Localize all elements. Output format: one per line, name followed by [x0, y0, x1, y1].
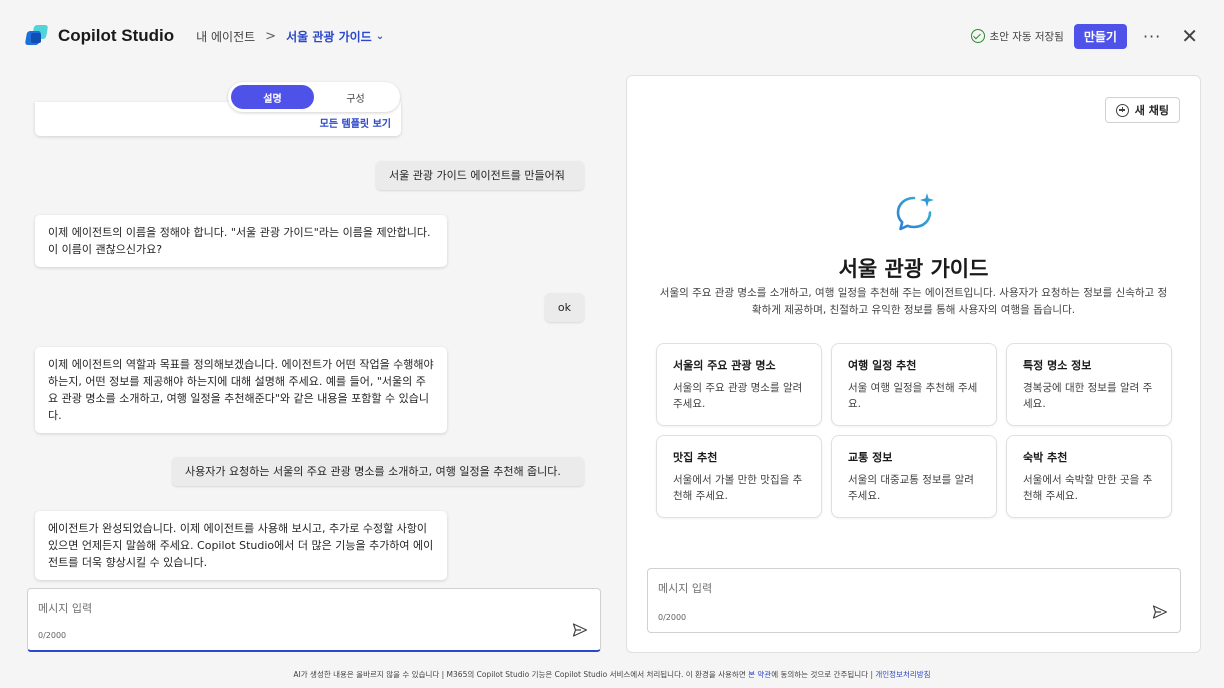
starter-prompt-title: 특정 명소 정보 [1023, 359, 1092, 372]
chat-sparkle-icon [896, 193, 934, 231]
starter-prompt-card[interactable]: 여행 일정 추천 서울 여행 일정을 추천해 주세요. [831, 343, 997, 426]
save-status-text: 초안 자동 저장됨 [989, 30, 1064, 43]
send-icon[interactable] [1152, 604, 1168, 620]
breadcrumb-current-agent[interactable]: 서울 관광 가이드 ⌄ [286, 28, 384, 45]
starter-prompt-title: 교통 정보 [848, 451, 893, 464]
app-title: Copilot Studio [58, 26, 175, 45]
more-options-icon[interactable]: ··· [1143, 27, 1161, 46]
save-status: 초안 자동 저장됨 [970, 29, 1064, 44]
tab-description[interactable]: 설명 [231, 85, 314, 109]
message-input[interactable]: 메시지 입력 [38, 600, 92, 616]
character-counter: 0/2000 [658, 613, 687, 622]
footer-text-2: 에 동의하는 것으로 간주됩니다 | [771, 670, 873, 679]
view-all-templates-link[interactable]: 모든 템플릿 보기 [320, 115, 391, 130]
starter-prompt-body: 서울 여행 일정을 추천해 주세요. [848, 382, 978, 410]
starter-prompt-card[interactable]: 서울의 주요 관광 명소 서울의 주요 관광 명소를 알려주세요. [656, 343, 822, 426]
send-icon[interactable] [572, 622, 588, 638]
create-button[interactable]: 만들기 [1073, 23, 1127, 49]
starter-prompt-body: 서울에서 숙박할 만한 곳을 추천해 주세요. [1023, 474, 1153, 502]
breadcrumb-separator: > [265, 28, 277, 44]
starter-prompt-title: 서울의 주요 관광 명소 [673, 359, 776, 372]
starter-prompt-body: 서울의 대중교통 정보를 알려주세요. [848, 474, 974, 502]
breadcrumb-current-label: 서울 관광 가이드 [286, 29, 372, 44]
starter-prompt-title: 여행 일정 추천 [848, 359, 917, 372]
new-chat-button[interactable]: 새 채팅 [1104, 97, 1180, 123]
chat-panel: 설명 구성 모든 템플릿 보기 서울 관광 가이드 에이전트를 만들어줘 이제 … [0, 72, 610, 662]
agent-title: 서울 관광 가이드 [838, 257, 989, 281]
breadcrumb-my-agents[interactable]: 내 에이전트 [196, 28, 255, 45]
close-icon[interactable]: ✕ [1181, 26, 1198, 46]
starter-prompt-title: 숙박 추천 [1023, 451, 1068, 464]
new-chat-label: 새 채팅 [1134, 104, 1169, 117]
plus-circle-icon [1115, 103, 1129, 117]
starter-prompt-body: 경복궁에 대한 정보를 알려 주세요. [1023, 382, 1153, 410]
starter-prompt-card[interactable]: 숙박 추천 서울에서 숙박할 만한 곳을 추천해 주세요. [1006, 435, 1172, 518]
starter-prompt-body: 서울의 주요 관광 명소를 알려주세요. [673, 382, 803, 410]
checkmark-circle-icon [970, 29, 985, 43]
chevron-down-icon: ⌄ [375, 30, 385, 42]
footer-text: AI가 생성한 내용은 올바르지 않을 수 있습니다 | M365의 Copil… [293, 670, 746, 679]
tab-configure[interactable]: 구성 [314, 85, 397, 109]
starter-prompt-card[interactable]: 교통 정보 서울의 대중교통 정보를 알려주세요. [831, 435, 997, 518]
bot-message: 에이전트가 완성되었습니다. 이제 에이전트를 사용해 보시고, 추가로 수정할… [35, 511, 447, 580]
user-message: 서울 관광 가이드 에이전트를 만들어줘 [376, 161, 584, 190]
copilot-studio-logo-icon [24, 25, 49, 47]
view-tabs: 설명 구성 [228, 82, 400, 112]
bot-message: 이제 에이전트의 이름을 정해야 합니다. "서울 관광 가이드"라는 이름을 … [35, 215, 447, 267]
character-counter: 0/2000 [38, 631, 67, 640]
agent-description: 서울의 주요 관광 명소를 소개하고, 여행 일정을 추천해 주는 에이전트입니… [659, 287, 1168, 316]
footer-disclaimer: AI가 생성한 내용은 올바르지 않을 수 있습니다 | M365의 Copil… [0, 669, 1224, 680]
test-message-composer[interactable]: 메시지 입력 0/2000 [647, 568, 1181, 633]
starter-prompt-body: 서울에서 가볼 만한 맛집을 추천해 주세요. [673, 474, 803, 502]
top-bar: Copilot Studio 내 에이전트 > 서울 관광 가이드 ⌄ 초안 자… [0, 0, 1224, 72]
message-composer[interactable]: 메시지 입력 0/2000 [27, 588, 601, 652]
bot-message: 이제 에이전트의 역할과 목표를 정의해보겠습니다. 에이전트가 어떤 작업을 … [35, 347, 447, 433]
starter-prompt-card[interactable]: 특정 명소 정보 경복궁에 대한 정보를 알려 주세요. [1006, 343, 1172, 426]
starter-prompt-card[interactable]: 맛집 추천 서울에서 가볼 만한 맛집을 추천해 주세요. [656, 435, 822, 518]
privacy-link[interactable]: 개인정보처리방침 [875, 670, 930, 679]
user-message: 사용자가 요청하는 서울의 주요 관광 명소를 소개하고, 여행 일정을 추천해… [172, 457, 584, 486]
starter-prompt-title: 맛집 추천 [673, 451, 718, 464]
starter-prompts: 서울의 주요 관광 명소 서울의 주요 관광 명소를 알려주세요. 여행 일정 … [656, 343, 1173, 518]
test-panel: 새 채팅 서울 관광 가이드 서울의 주요 관광 명소를 소개하고, 여행 일정… [626, 75, 1201, 653]
terms-link[interactable]: 본 약관 [748, 670, 771, 679]
user-message: ok [544, 293, 584, 322]
test-message-input[interactable]: 메시지 입력 [658, 580, 712, 596]
